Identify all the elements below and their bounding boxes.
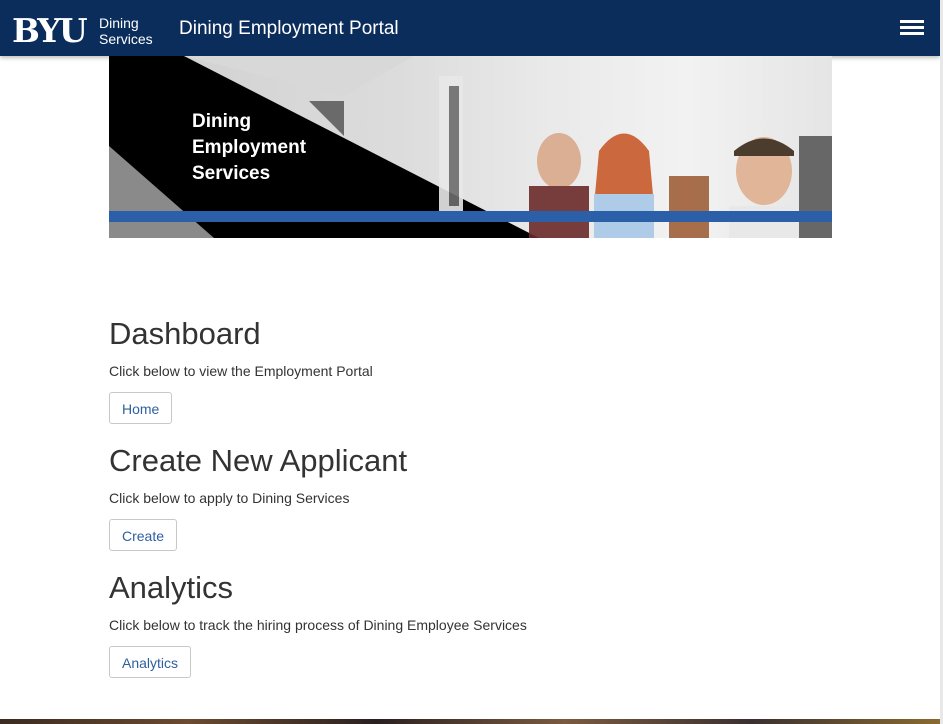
banner-blue-stripe xyxy=(109,211,832,222)
banner-line3: Services xyxy=(192,163,271,184)
top-nav-bar: BYU Dining Services Dining Employment Po… xyxy=(0,0,940,56)
dining-services-brand[interactable]: Dining Services xyxy=(99,15,153,47)
banner-line2: Employment xyxy=(192,137,307,158)
dashboard-description: Click below to view the Employment Porta… xyxy=(109,363,373,379)
banner-title: Dining Employment Services xyxy=(192,109,306,187)
analytics-description: Click below to track the hiring process … xyxy=(109,617,527,633)
create-applicant-description: Click below to apply to Dining Services xyxy=(109,490,350,506)
sub-brand-line2: Services xyxy=(99,31,153,47)
dashboard-heading: Dashboard xyxy=(109,316,261,351)
create-button[interactable]: Create xyxy=(109,519,178,551)
analytics-heading: Analytics xyxy=(109,570,234,605)
hamburger-menu-icon[interactable] xyxy=(898,16,926,40)
hero-banner: Dining Employment Services xyxy=(109,56,832,238)
footer-image-strip xyxy=(0,719,940,724)
banner-line1: Dining xyxy=(192,111,252,132)
create-applicant-heading: Create New Applicant xyxy=(109,443,408,478)
sub-brand-line1: Dining xyxy=(99,15,139,31)
home-button[interactable]: Home xyxy=(109,392,173,424)
analytics-button[interactable]: Analytics xyxy=(109,646,192,678)
byu-logo[interactable]: BYU xyxy=(12,12,88,50)
portal-title[interactable]: Dining Employment Portal xyxy=(179,18,399,40)
